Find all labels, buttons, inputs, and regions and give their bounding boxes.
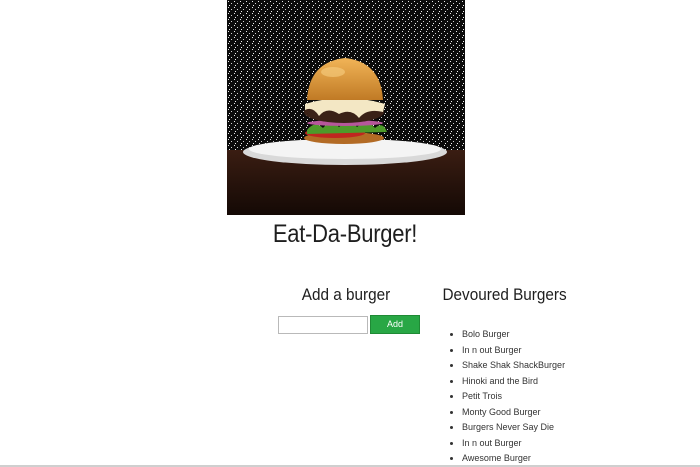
list-item: Bolo Burger: [462, 327, 565, 343]
devoured-burgers-heading: Devoured Burgers: [442, 285, 567, 304]
add-burger-button[interactable]: Add Burger: [370, 315, 420, 346]
add-burger-section: Add a burger Add Burger: [272, 284, 420, 346]
site-title: Eat-Da-Burger!: [272, 220, 418, 248]
list-item: Shake Shak ShackBurger: [462, 358, 565, 374]
list-item: In n out Burger: [462, 436, 565, 452]
devoured-burgers-list: Bolo Burger In n out Burger Shake Shak S…: [438, 327, 565, 467]
add-burger-form: Add Burger: [278, 315, 420, 346]
list-item: Hinoki and the Bird: [462, 374, 565, 390]
devoured-burgers-section: Devoured Burgers Bolo Burger In n out Bu…: [438, 284, 678, 463]
list-item: Petit Trois: [462, 389, 565, 405]
page: Eat-Da-Burger! Add a burger Add Burger D…: [0, 0, 700, 467]
burger-name-input[interactable]: [278, 315, 368, 334]
list-item: In n out Burger: [462, 343, 565, 359]
add-burger-heading: Add a burger: [301, 285, 391, 304]
list-item: Monty Good Burger: [462, 405, 565, 421]
list-item: Burgers Never Say Die: [462, 420, 565, 436]
hero-burger-image: [227, 0, 465, 215]
